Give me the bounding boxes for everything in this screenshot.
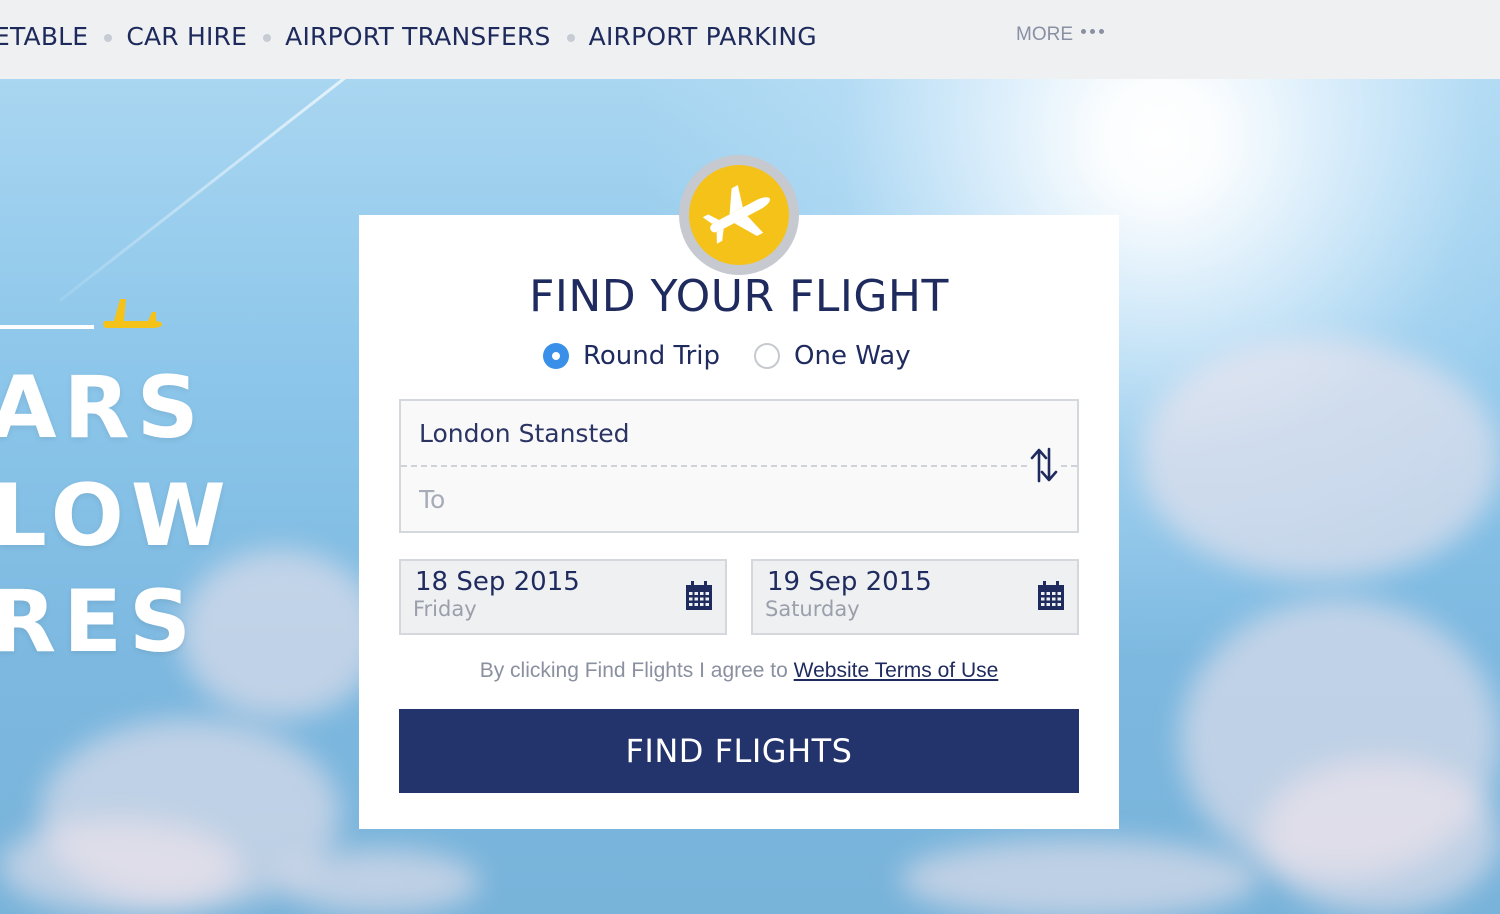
- hero-text-line: ARS: [0, 358, 206, 458]
- depart-date-field[interactable]: 18 Sep 2015 Friday: [399, 559, 727, 635]
- return-date: 19 Sep 2015: [767, 567, 932, 597]
- one-way-radio[interactable]: One Way: [754, 341, 911, 371]
- cloud: [1140, 339, 1500, 579]
- terms-prefix: By clicking Find Flights I agree to: [479, 659, 788, 682]
- calendar-icon[interactable]: [1037, 581, 1065, 611]
- plane-badge: [679, 155, 799, 275]
- plane-badge-inner: [689, 165, 789, 265]
- nav-separator: [263, 34, 272, 42]
- cloud: [1260, 759, 1500, 914]
- page: ETABLE CAR HIRE AIRPORT TRANSFERS AIRPOR…: [0, 0, 1500, 914]
- radio-selected-icon[interactable]: [543, 343, 569, 369]
- hero-text-line: RES: [0, 572, 198, 672]
- hero-text-line: LOW: [0, 466, 233, 566]
- radio-unselected-icon[interactable]: [754, 343, 781, 369]
- nav-items: ETABLE CAR HIRE AIRPORT TRANSFERS AIRPOR…: [0, 0, 817, 72]
- round-trip-label: Round Trip: [583, 341, 721, 371]
- nav-more-button[interactable]: MORE: [1016, 24, 1108, 46]
- swap-airports-button[interactable]: [1027, 445, 1061, 485]
- swap-arrows-icon: [1030, 447, 1058, 483]
- nav-more-label: MORE: [1016, 24, 1073, 45]
- one-way-label: One Way: [794, 341, 911, 371]
- round-trip-radio[interactable]: Round Trip: [543, 341, 720, 371]
- to-airport-input[interactable]: [419, 479, 1009, 519]
- terms-notice: By clicking Find Flights I agree to Webs…: [359, 659, 1119, 683]
- calendar-icon[interactable]: [685, 581, 713, 611]
- return-weekday: Saturday: [765, 597, 860, 621]
- route-box: [399, 399, 1079, 533]
- card-title: FIND YOUR FLIGHT: [529, 271, 949, 322]
- trip-type-group: Round Trip One Way: [543, 341, 945, 371]
- flight-search-card: FIND YOUR FLIGHT Round Trip One Way Lond…: [359, 215, 1119, 829]
- terms-of-use-link[interactable]: Website Terms of Use: [794, 659, 999, 682]
- nav-separator: [566, 34, 575, 42]
- cloud: [0, 819, 240, 914]
- nav-link-airport-parking[interactable]: AIRPORT PARKING: [589, 22, 817, 51]
- route-divider: [401, 465, 1077, 467]
- depart-weekday: Friday: [413, 597, 477, 621]
- plane-icon: [702, 185, 771, 244]
- hero-rule: [0, 325, 94, 329]
- nav-separator: [104, 34, 113, 42]
- cloud: [900, 839, 1260, 914]
- nav-link-airport-transfers[interactable]: AIRPORT TRANSFERS: [285, 22, 551, 51]
- nav-link-car-hire[interactable]: CAR HIRE: [126, 22, 247, 51]
- more-dots-icon: [1081, 28, 1108, 34]
- small-plane-icon: [103, 299, 163, 328]
- find-flights-button[interactable]: FIND FLIGHTS: [399, 709, 1079, 793]
- nav-link-timetable[interactable]: ETABLE: [0, 22, 88, 51]
- from-airport-input[interactable]: [419, 413, 1009, 453]
- depart-date: 18 Sep 2015: [415, 567, 580, 597]
- top-nav: ETABLE CAR HIRE AIRPORT TRANSFERS AIRPOR…: [0, 0, 1500, 79]
- return-date-field[interactable]: 19 Sep 2015 Saturday: [751, 559, 1079, 635]
- cloud: [180, 549, 380, 719]
- cloud: [280, 849, 480, 914]
